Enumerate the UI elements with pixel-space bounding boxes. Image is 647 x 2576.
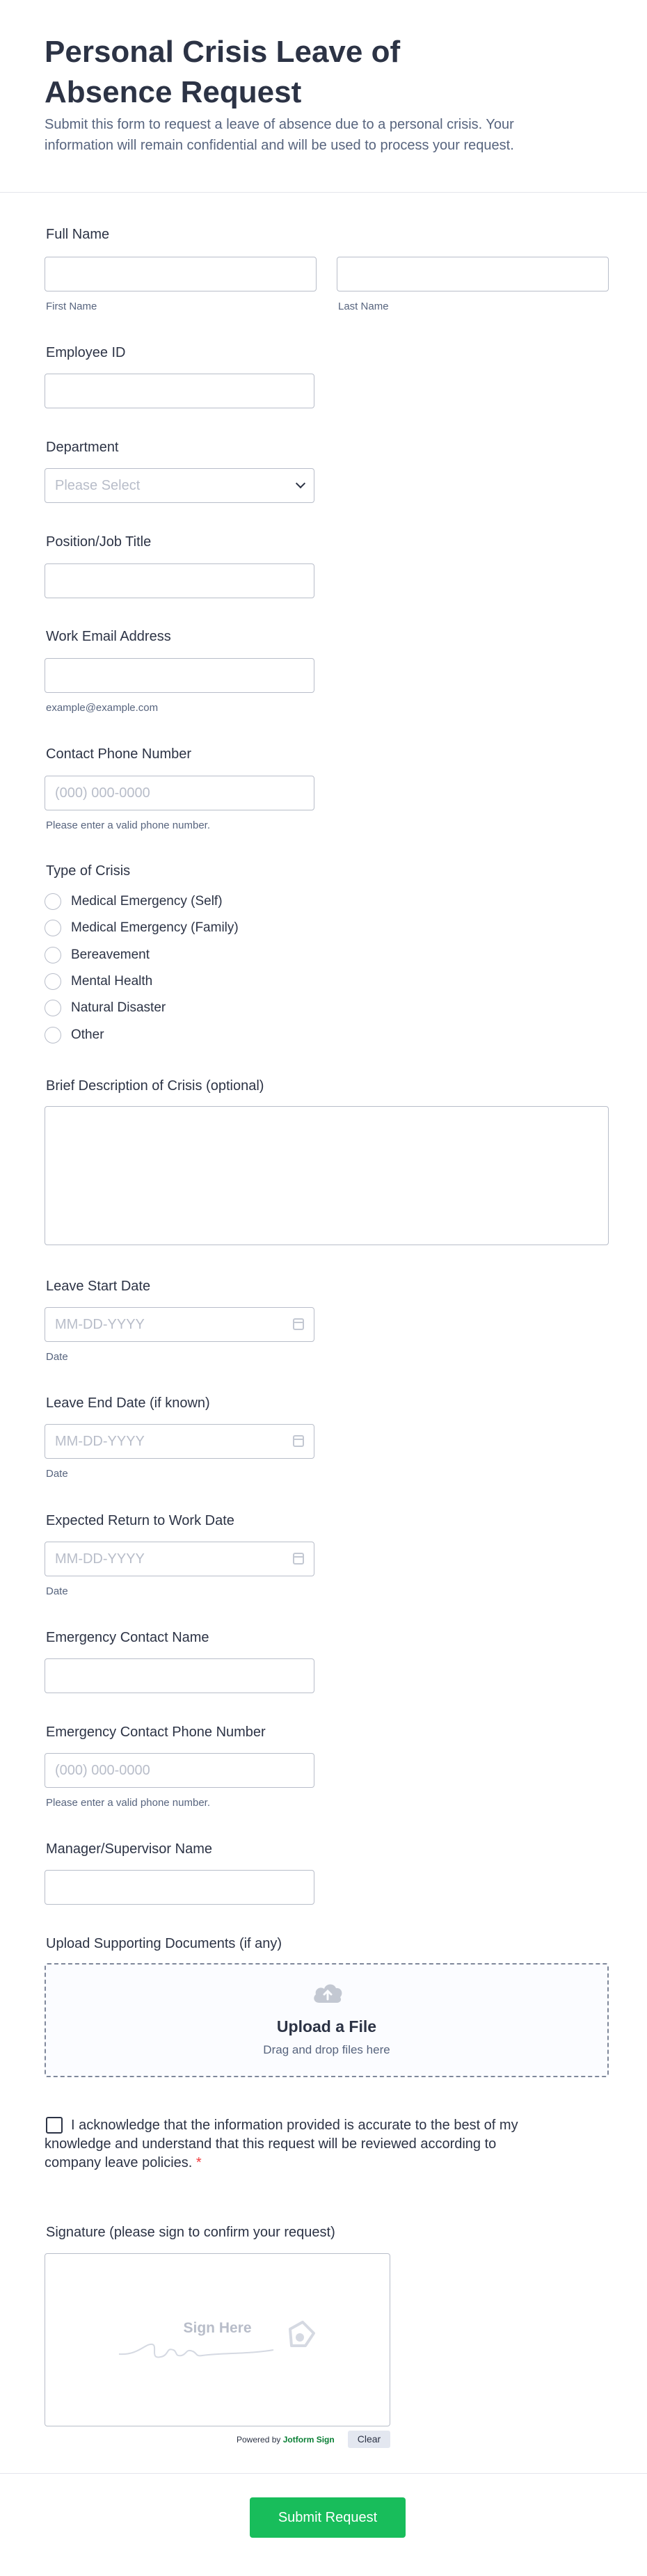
radio-icon [45,920,61,936]
calendar-icon[interactable] [293,1553,304,1565]
signature-placeholder: Sign Here [183,2320,252,2336]
phone-input[interactable]: (000) 000-0000 [45,776,314,810]
return-date-placeholder: MM-DD-YYYY [55,1551,145,1567]
emergency-name-label: Emergency Contact Name [46,1630,209,1645]
header-divider [0,192,647,193]
cloud-upload-icon [314,1984,342,2003]
description-textarea[interactable] [45,1106,609,1245]
manager-input[interactable] [45,1870,314,1905]
radio-label: Bereavement [71,947,150,962]
first-name-input[interactable] [45,257,317,291]
radio-label: Other [71,1027,104,1042]
department-select[interactable]: Please Select [45,468,314,503]
submit-button[interactable]: Submit Request [250,2497,406,2538]
description-label: Brief Description of Crisis (optional) [46,1078,264,1094]
email-label: Work Email Address [46,629,171,644]
return-date-sublabel: Date [46,1585,68,1597]
radio-icon [45,893,61,910]
radio-label: Medical Emergency (Self) [71,894,223,909]
footer-divider [0,2473,647,2474]
radio-option[interactable]: Bereavement [45,945,150,966]
radio-option[interactable]: Medical Emergency (Self) [45,891,223,912]
calendar-icon[interactable] [293,1318,304,1330]
last-name-input[interactable] [337,257,609,291]
leave-end-input[interactable]: MM-DD-YYYY [45,1424,314,1459]
radio-option[interactable]: Mental Health [45,971,152,992]
powered-by: Powered by Jotform Sign [237,2435,335,2445]
full-name-label: Full Name [46,227,110,242]
manager-label: Manager/Supervisor Name [46,1841,212,1857]
upload-hint: Drag and drop files here [263,2043,390,2056]
email-input[interactable] [45,658,314,693]
radio-icon [45,973,61,990]
acknowledge-text: I acknowledge that the information provi… [45,2116,545,2173]
leave-end-sublabel: Date [46,1468,68,1480]
page-subtitle: Submit this form to request a leave of a… [45,117,514,153]
emergency-phone-input[interactable]: (000) 000-0000 [45,1753,314,1788]
return-date-label: Expected Return to Work Date [46,1513,234,1528]
return-date-input[interactable]: MM-DD-YYYY [45,1542,314,1576]
first-name-sublabel: First Name [46,301,97,312]
radio-label: Mental Health [71,974,153,989]
radio-option[interactable]: Natural Disaster [45,998,166,1018]
department-label: Department [46,440,119,455]
leave-start-placeholder: MM-DD-YYYY [55,1317,145,1332]
upload-title: Upload a File [276,2017,377,2035]
upload-label: Upload Supporting Documents (if any) [46,1936,282,1951]
crisis-type-label: Type of Crisis [46,863,131,879]
acknowledge-label: I acknowledge that the information provi… [45,2118,518,2170]
radio-icon [45,1000,61,1016]
emergency-phone-sublabel: Please enter a valid phone number. [46,1797,210,1809]
leave-end-placeholder: MM-DD-YYYY [55,1434,145,1449]
emergency-phone-label: Emergency Contact Phone Number [46,1725,266,1740]
phone-sublabel: Please enter a valid phone number. [46,819,210,831]
radio-option[interactable]: Other [45,1025,104,1046]
leave-start-input[interactable]: MM-DD-YYYY [45,1307,314,1342]
clear-signature-button[interactable]: Clear [348,2431,390,2448]
radio-option[interactable]: Medical Emergency (Family) [45,918,239,938]
position-input[interactable] [45,563,314,598]
position-label: Position/Job Title [46,534,152,550]
leave-start-label: Leave Start Date [46,1279,151,1294]
leave-end-label: Leave End Date (if known) [46,1395,210,1411]
department-placeholder: Please Select [55,478,141,493]
jotform-sign-brand: Jotform Sign [282,2435,335,2445]
signature-label: Signature (please sign to confirm your r… [46,2225,335,2240]
file-upload-dropzone[interactable]: Upload a File Drag and drop files here [45,1963,609,2077]
emergency-name-input[interactable] [45,1658,314,1693]
last-name-sublabel: Last Name [338,301,389,312]
radio-label: Medical Emergency (Family) [71,920,239,935]
radio-icon [45,1027,61,1043]
calendar-icon[interactable] [293,1435,304,1447]
page-title: Personal Crisis Leave of Absence Request [45,35,401,109]
chevron-down-icon [295,478,306,489]
radio-icon [45,947,61,963]
leave-start-sublabel: Date [46,1351,68,1363]
radio-label: Natural Disaster [71,1000,166,1015]
employee-id-label: Employee ID [46,345,126,360]
powered-by-prefix: Powered by [237,2435,281,2445]
phone-label: Contact Phone Number [46,746,192,762]
signature-pad[interactable]: Sign Here [45,2253,390,2426]
employee-id-input[interactable] [45,374,314,408]
required-mark: * [195,2155,202,2170]
email-sublabel: example@example.com [46,702,159,714]
